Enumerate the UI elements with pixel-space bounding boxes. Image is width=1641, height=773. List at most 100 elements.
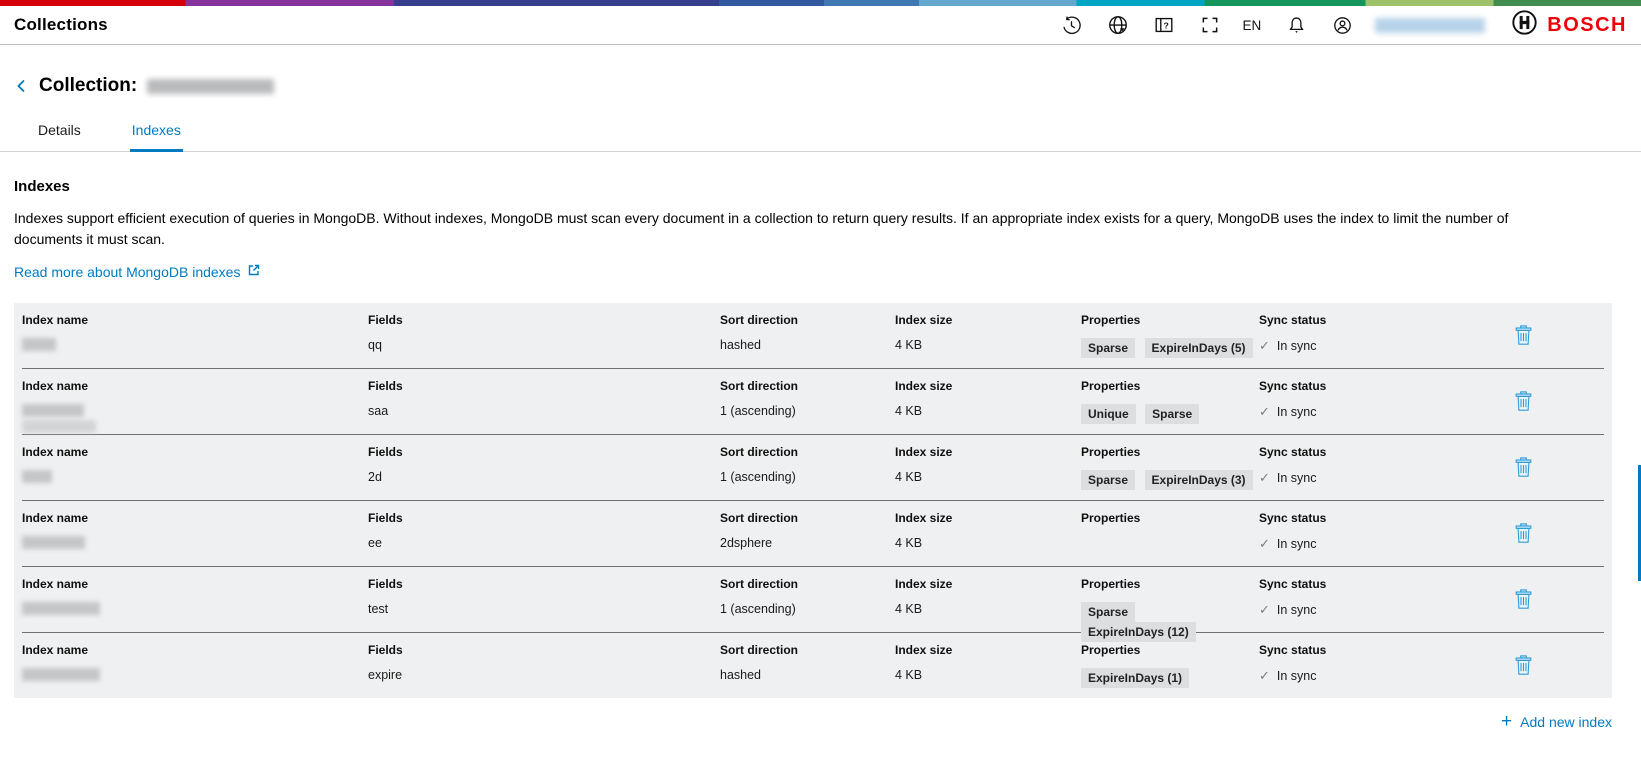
table-row: Index name Fields 2d Sort direction 1 (a… — [14, 435, 1612, 500]
column-label: Index name — [22, 509, 368, 525]
column-label: Sort direction — [720, 641, 895, 657]
column-label: Index size — [895, 509, 1081, 525]
cell-index-name: Index name — [22, 443, 368, 500]
external-link-icon — [247, 263, 261, 280]
sort-value: 2dsphere — [720, 536, 895, 550]
delete-index-button[interactable] — [1515, 523, 1532, 546]
column-label: Index name — [22, 641, 368, 657]
tab-indexes[interactable]: Indexes — [130, 113, 183, 152]
property-badge: ExpireInDays (1) — [1081, 668, 1189, 688]
section-description: Indexes support efficient execution of q… — [14, 208, 1540, 250]
cell-fields: Fields ee — [368, 509, 720, 566]
column-label: Properties — [1081, 377, 1259, 393]
main-content: Collection: Details Indexes Indexes Inde… — [0, 75, 1641, 730]
cell-fields: Fields saa — [368, 377, 720, 434]
column-label: Sort direction — [720, 509, 895, 525]
column-label: Sync status — [1259, 311, 1459, 327]
cell-sync: Sync status ✓In sync — [1259, 575, 1459, 642]
manual-icon[interactable]: ? — [1153, 14, 1175, 36]
size-value: 4 KB — [895, 404, 1081, 418]
section-heading: Indexes — [14, 178, 1627, 195]
table-footer: + Add new index — [14, 714, 1612, 730]
svg-text:?: ? — [1163, 20, 1168, 30]
column-label: Fields — [368, 641, 720, 657]
property-badge: Sparse — [1081, 602, 1135, 622]
collection-name-redacted — [147, 79, 274, 94]
column-label: Fields — [368, 311, 720, 327]
column-label: Index name — [22, 311, 368, 327]
delete-index-button[interactable] — [1515, 391, 1532, 414]
fields-value: 2d — [368, 470, 720, 484]
property-badge: ExpireInDays (5) — [1145, 338, 1253, 358]
cell-size: Index size 4 KB — [895, 311, 1081, 368]
sort-value: hashed — [720, 668, 895, 682]
tab-bar: Details Indexes — [0, 113, 1641, 152]
column-label: Fields — [368, 509, 720, 525]
cell-sync: Sync status ✓In sync — [1259, 311, 1459, 368]
column-label: Index name — [22, 443, 368, 459]
index-name-redacted — [22, 668, 100, 681]
sync-value: In sync — [1277, 669, 1317, 683]
delete-index-button[interactable] — [1515, 325, 1532, 348]
column-label: Index size — [895, 377, 1081, 393]
notifications-icon[interactable] — [1285, 14, 1307, 36]
cell-properties: Properties — [1081, 509, 1259, 566]
add-new-index-button[interactable]: + Add new index — [1501, 714, 1612, 730]
cell-sync: Sync status ✓In sync — [1259, 509, 1459, 566]
property-badge: ExpireInDays (3) — [1145, 470, 1253, 490]
history-icon[interactable] — [1061, 14, 1083, 36]
add-new-index-label: Add new index — [1520, 714, 1612, 730]
sync-value: In sync — [1277, 603, 1317, 617]
column-label: Fields — [368, 575, 720, 591]
table-row: Index name Fields expire Sort direction … — [14, 633, 1612, 698]
check-icon: ✓ — [1259, 536, 1270, 552]
check-icon: ✓ — [1259, 470, 1270, 486]
column-label: Index size — [895, 641, 1081, 657]
collection-header: Collection: — [14, 75, 1627, 97]
delete-index-button[interactable] — [1515, 457, 1532, 480]
fields-value: ee — [368, 536, 720, 550]
cell-size: Index size 4 KB — [895, 641, 1081, 698]
fields-value: qq — [368, 338, 720, 352]
property-badge: Sparse — [1145, 404, 1199, 424]
column-label: Sync status — [1259, 641, 1459, 657]
fullscreen-icon[interactable] — [1199, 14, 1221, 36]
column-label: Properties — [1081, 509, 1259, 525]
delete-index-button[interactable] — [1515, 589, 1532, 612]
cell-properties: Properties Unique Sparse — [1081, 377, 1259, 434]
user-name-redacted[interactable] — [1375, 18, 1485, 33]
cell-properties: Properties Sparse ExpireInDays (5) — [1081, 311, 1259, 368]
check-icon: ✓ — [1259, 338, 1270, 354]
sync-value: In sync — [1277, 405, 1317, 419]
delete-index-button[interactable] — [1515, 655, 1532, 678]
table-row: Index name Fields saa Sort direction 1 (… — [14, 369, 1612, 434]
cell-index-name: Index name — [22, 641, 368, 698]
column-label: Index name — [22, 575, 368, 591]
index-name-redacted — [22, 420, 96, 433]
property-badge: Sparse — [1081, 338, 1135, 358]
fields-value: saa — [368, 404, 720, 418]
cell-sort: Sort direction 2dsphere — [720, 509, 895, 566]
fields-value: test — [368, 602, 720, 616]
account-icon[interactable] — [1331, 14, 1353, 36]
column-label: Sort direction — [720, 575, 895, 591]
globe-icon[interactable] — [1107, 14, 1129, 36]
cell-fields: Fields 2d — [368, 443, 720, 500]
property-badge: Unique — [1081, 404, 1136, 424]
cell-sync: Sync status ✓In sync — [1259, 641, 1459, 698]
back-button[interactable] — [14, 77, 32, 95]
check-icon: ✓ — [1259, 404, 1270, 420]
column-label: Sort direction — [720, 377, 895, 393]
read-more-link[interactable]: Read more about MongoDB indexes — [14, 263, 261, 280]
column-label: Properties — [1081, 443, 1259, 459]
column-label: Properties — [1081, 575, 1259, 591]
topbar-actions: ? EN — [1037, 9, 1628, 41]
index-name-redacted — [22, 470, 52, 483]
index-name-redacted — [22, 338, 56, 351]
language-selector[interactable]: EN — [1243, 18, 1262, 33]
tab-details[interactable]: Details — [36, 113, 83, 152]
bosch-logo-icon — [1511, 9, 1538, 41]
cell-sync: Sync status ✓ In sync — [1259, 377, 1459, 434]
size-value: 4 KB — [895, 668, 1081, 682]
column-label: Sync status — [1259, 377, 1459, 393]
